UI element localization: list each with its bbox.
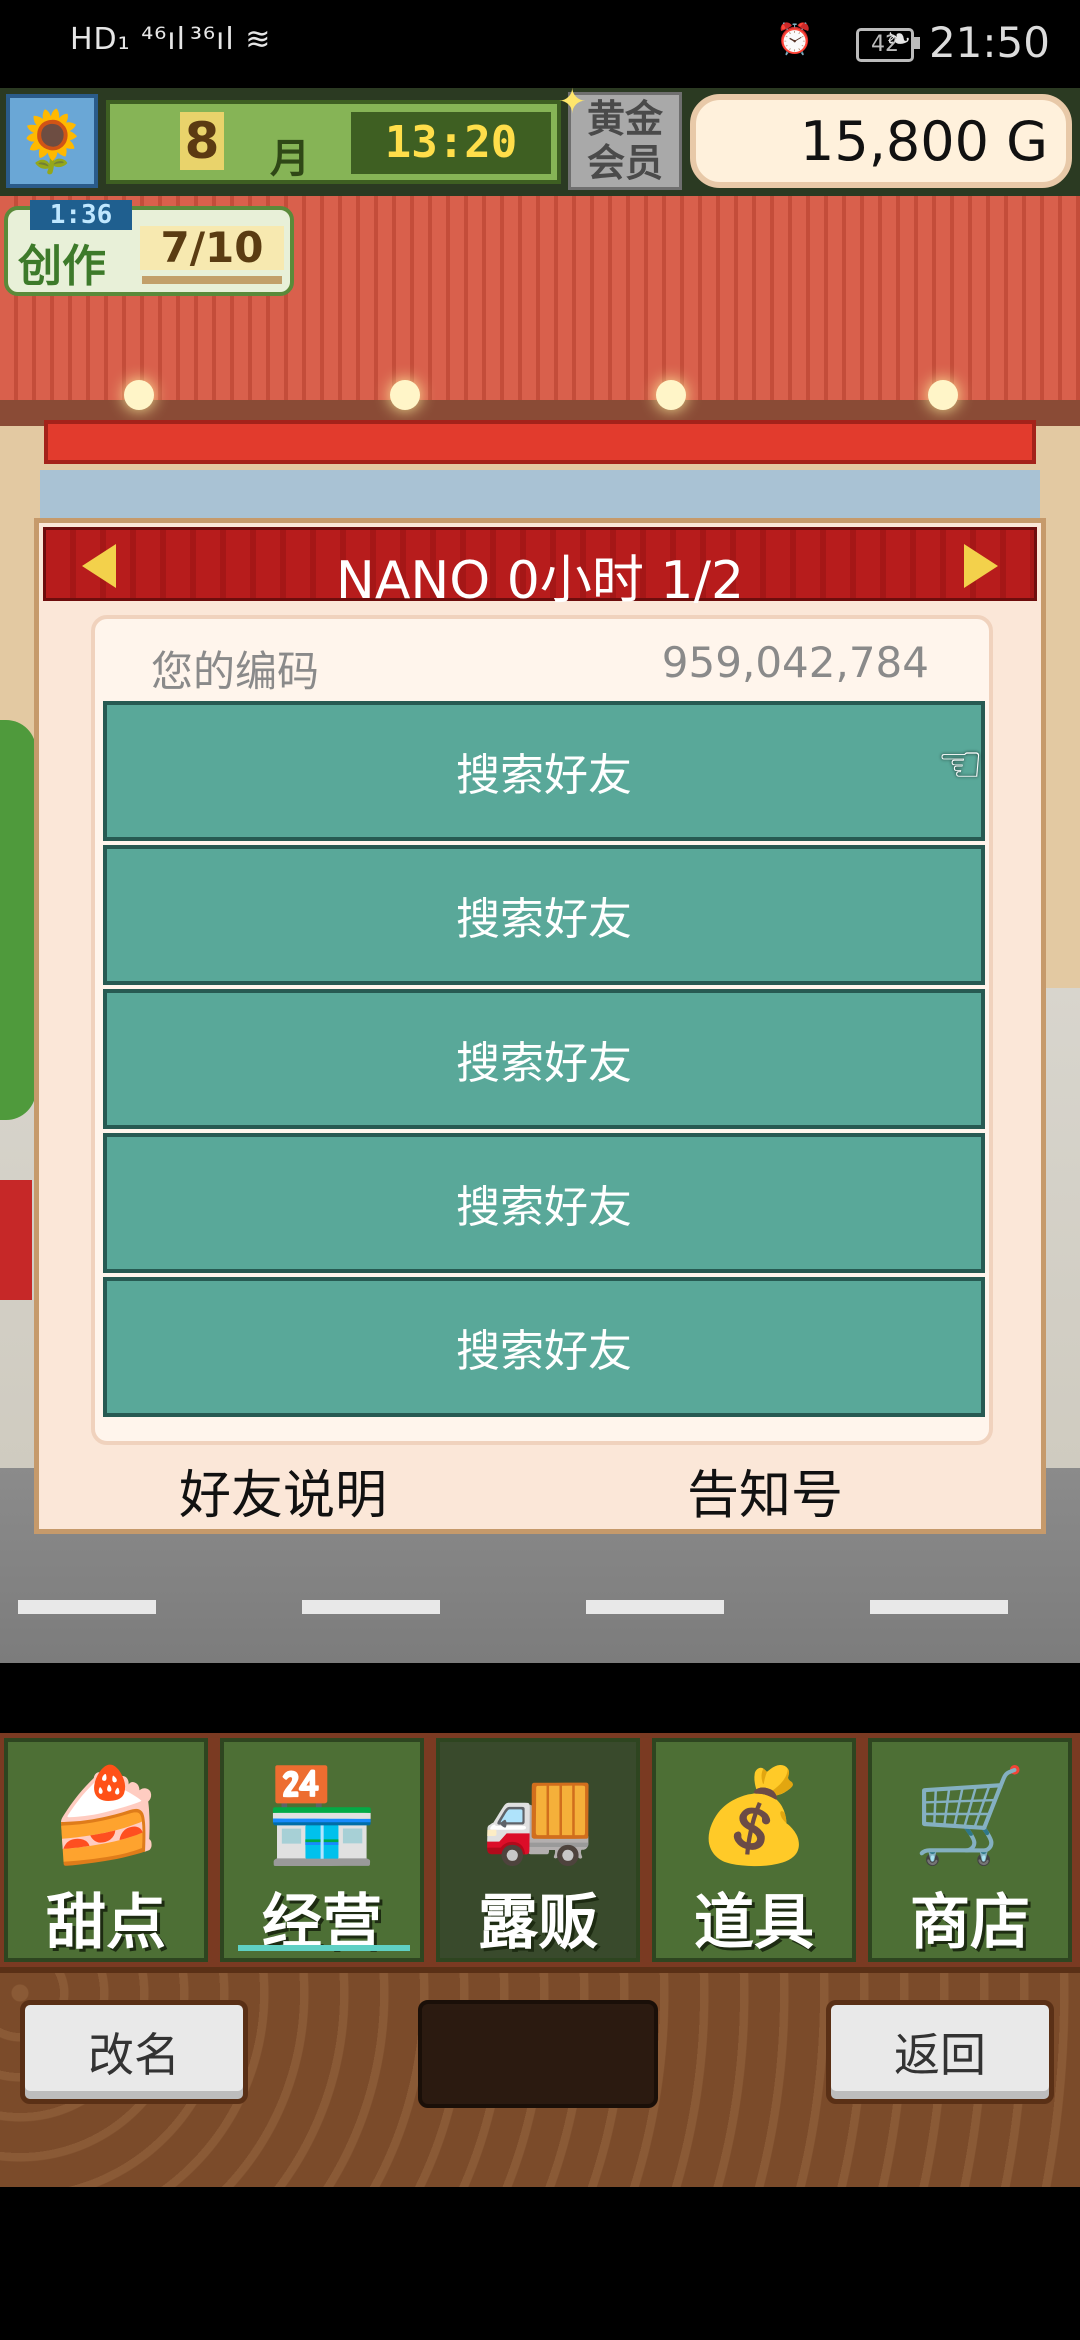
- your-code-value: 959,042,784: [661, 638, 929, 687]
- lamp-icon: [390, 380, 420, 410]
- tree-icon: [0, 720, 36, 1120]
- truck-icon: 🚚: [480, 1762, 596, 1869]
- menu-item-store[interactable]: 🛒 商店: [868, 1738, 1072, 1962]
- game-clock: 13:20: [351, 112, 551, 174]
- month-unit: 月: [270, 136, 310, 182]
- alarm-icon: ⏰: [776, 22, 815, 57]
- dialog-title: NANO 0小时 1/2: [335, 551, 745, 611]
- menu-label: 甜点: [46, 1888, 166, 1958]
- friend-list: 搜索好友 搜索好友 搜索好友 搜索好友 搜索好友: [103, 701, 985, 1421]
- search-friend-button[interactable]: 搜索好友: [103, 701, 985, 841]
- menu-item-items[interactable]: 💰 道具: [652, 1738, 856, 1962]
- menu-label: 露贩: [478, 1888, 598, 1958]
- status-time: 21:50: [928, 18, 1050, 67]
- your-code-label: 您的编码: [151, 647, 320, 696]
- cart-icon: 🛒: [912, 1762, 1028, 1869]
- create-label: 创作: [18, 241, 106, 292]
- bag-icon: 💰: [696, 1762, 812, 1869]
- battery-tip: [914, 37, 920, 49]
- rename-button[interactable]: 改名: [20, 2000, 248, 2104]
- status-bar: HD₁ ⁴⁶ıl ³⁶ıl ≋ ⏰ 42 ❧ 21:50: [0, 0, 1080, 88]
- search-friend-button[interactable]: 搜索好友: [103, 1133, 985, 1273]
- arrow-right-icon[interactable]: [964, 544, 998, 588]
- date-panel: 8 月 13:20: [106, 100, 561, 184]
- cake-icon: 🍰: [48, 1762, 164, 1869]
- create-count: 7/10: [140, 226, 284, 270]
- divider-band: [0, 1663, 1080, 1733]
- center-slot: [418, 2000, 658, 2108]
- friends-dialog: NANO 0小时 1/2 您的编码 959,042,784 搜索好友 搜索好友 …: [34, 518, 1046, 1534]
- menu-item-dessert[interactable]: 🍰 甜点: [4, 1738, 208, 1962]
- lamp-icon: [124, 380, 154, 410]
- sparkle-icon: ✦: [558, 82, 587, 122]
- notice-id-button[interactable]: 告知号: [687, 1453, 843, 1528]
- back-button[interactable]: 返回: [826, 2000, 1054, 2104]
- gold-panel: 15,800 G: [690, 94, 1072, 188]
- month-number: 8: [180, 112, 224, 170]
- menu-item-manage[interactable]: 🏪 经营: [220, 1738, 424, 1962]
- search-friend-button[interactable]: 搜索好友: [103, 1277, 985, 1417]
- sunflower-icon[interactable]: 🌻: [6, 94, 98, 188]
- network-signal-icon: HD₁ ⁴⁶ıl: [70, 22, 186, 57]
- menu-label: 道具: [694, 1888, 814, 1958]
- search-friend-button[interactable]: 搜索好友: [103, 845, 985, 985]
- menu-label: 商店: [910, 1888, 1030, 1958]
- menu-item-stall[interactable]: 🚚 露贩: [436, 1738, 640, 1962]
- shop-awning: [44, 420, 1036, 464]
- create-progress-bar: [142, 276, 282, 284]
- leaf-icon: ❧: [886, 22, 913, 57]
- wifi-icon: ³⁶ıl ≋: [190, 22, 272, 57]
- customer-sprite: [0, 1180, 32, 1300]
- navigation-area: [0, 2187, 1080, 2340]
- shop-icon: 🏪: [264, 1762, 380, 1869]
- gold-amount: 15,800 G: [800, 110, 1048, 173]
- dialog-header: NANO 0小时 1/2: [43, 527, 1037, 611]
- search-friend-button[interactable]: 搜索好友: [103, 989, 985, 1129]
- lamp-icon: [656, 380, 686, 410]
- lamp-icon: [928, 380, 958, 410]
- manage-progress-bar: [238, 1945, 410, 1951]
- friend-help-button[interactable]: 好友说明: [179, 1453, 387, 1528]
- pointing-hand-icon: ☜: [937, 735, 984, 795]
- create-timer: 1:36: [30, 200, 132, 230]
